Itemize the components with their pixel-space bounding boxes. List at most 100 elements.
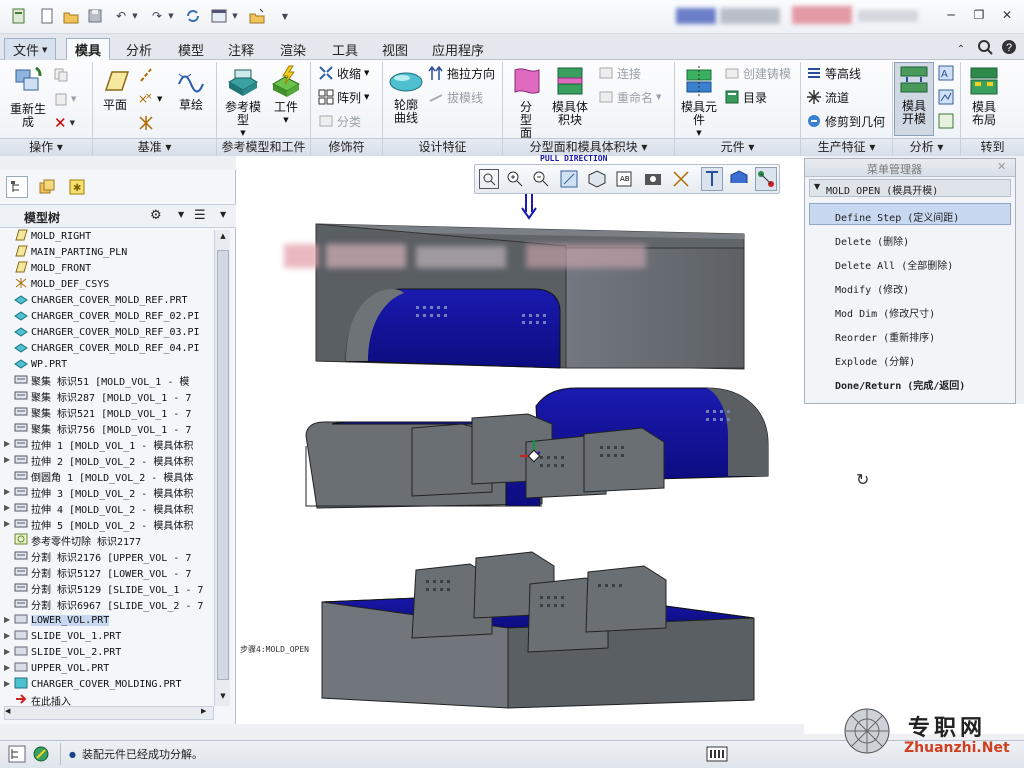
zoom-fit-icon[interactable]	[479, 169, 499, 189]
menu-item[interactable]: Mod Dim (修改尺寸)	[835, 305, 935, 320]
chevron-down-icon[interactable]: ▼	[226, 7, 244, 25]
favorites-icon[interactable]: ✱	[66, 176, 88, 198]
model-tree-row[interactable]: 分割 标识5129 [SLIDE_VOL_1 - 7	[14, 580, 214, 596]
chevron-down-icon[interactable]: ▼	[162, 7, 180, 25]
model-tree-row[interactable]: 倒圆角 1 [MOLD_VOL_2 - 模具体	[14, 468, 214, 484]
graphics-window-right[interactable]: ↻	[804, 404, 1024, 734]
group-analysis[interactable]: 分析 ▾	[893, 138, 960, 156]
model-tree-row[interactable]: 聚集 标识287 [MOLD_VOL_1 - 7	[14, 388, 214, 404]
model-tree-row[interactable]: 聚集 标识51 [MOLD_VOL_1 - 模	[14, 372, 214, 388]
model-tree-row[interactable]: 聚集 标识756 [MOLD_VOL_1 - 7	[14, 420, 214, 436]
expand-arrow-icon[interactable]: ▶	[4, 631, 10, 640]
help-icon[interactable]	[974, 38, 996, 56]
chevron-down-icon[interactable]: ▼	[220, 210, 226, 219]
menu-item[interactable]: Explode (分解)	[835, 353, 915, 368]
group-operation[interactable]: 操作 ▾	[0, 138, 92, 156]
create-casting-button[interactable]: 创建铸模	[724, 64, 791, 82]
model-tree-row[interactable]: 分割 标识5127 [LOWER_VOL - 7	[14, 564, 214, 580]
analysis-small-button[interactable]	[938, 88, 954, 106]
expand-arrow-icon[interactable]: ▶	[4, 519, 10, 528]
datum-display-icon[interactable]	[671, 169, 693, 192]
new-icon[interactable]	[38, 7, 56, 25]
tab-view[interactable]: 视图	[374, 38, 416, 60]
expand-arrow-icon[interactable]: ▶	[4, 615, 10, 624]
new-icon[interactable]	[10, 7, 28, 25]
model-tree-row[interactable]: CHARGER_COVER_MOLD_REF_04.PI	[14, 340, 214, 356]
tab-mold[interactable]: 模具	[66, 38, 111, 60]
menu-item[interactable]: Delete All (全部删除)	[835, 257, 953, 272]
analysis-small-button[interactable]	[938, 112, 954, 130]
model-tree-row[interactable]: SLIDE_VOL_2.PRT	[14, 644, 214, 660]
point-button[interactable]: × × ▼	[138, 90, 162, 108]
menu-item[interactable]: Modify (修改)	[835, 281, 909, 296]
graphics-window[interactable]: PULL DIRECTION 步骤4:MOLD_OPEN	[236, 154, 804, 724]
save-icon[interactable]	[86, 7, 104, 25]
regenerate-button[interactable]: 重新生成	[8, 64, 48, 129]
model-tree-row[interactable]: 拉伸 4 [MOLD_VOL_2 - 模具体积	[14, 500, 214, 516]
group-component[interactable]: 元件 ▾	[675, 138, 800, 156]
scroll-right-icon[interactable]: ▶	[201, 707, 206, 715]
mold-volume-button[interactable]: 模具体积块	[548, 64, 592, 127]
model-tree-row[interactable]: 分割 标识6967 [SLIDE_VOL_2 - 7	[14, 596, 214, 612]
menu-item[interactable]: Reorder (重新排序)	[835, 329, 935, 344]
minimize-icon[interactable]: ─	[940, 6, 962, 24]
model-view[interactable]	[236, 156, 804, 724]
model-tree-row[interactable]: MOLD_RIGHT	[14, 228, 214, 244]
model-tree-row[interactable]: CHARGER_COVER_MOLD_REF_03.PI	[14, 324, 214, 340]
workpiece-button[interactable]: 工件 ▼	[268, 64, 304, 127]
node-icon[interactable]	[755, 167, 777, 191]
tree-show-icon[interactable]: ☰	[194, 208, 206, 223]
tab-analysis[interactable]: 分析	[118, 38, 160, 60]
close-icon[interactable]: ✕	[996, 6, 1018, 24]
shrink-button[interactable]: 收缩 ▼	[318, 64, 369, 82]
model-tree-row[interactable]: CHARGER_COVER_MOLDING.PRT	[14, 676, 214, 692]
model-tree-toggle-icon[interactable]	[8, 745, 26, 766]
annotation-icon[interactable]	[729, 169, 749, 192]
layers-icon[interactable]	[36, 176, 58, 198]
tree-vscrollbar[interactable]: ▲ ▼	[214, 230, 230, 706]
expand-arrow-icon[interactable]: ▶	[4, 455, 10, 464]
tab-applications[interactable]: 应用程序	[424, 38, 492, 60]
model-tree-row[interactable]: UPPER_VOL.PRT	[14, 660, 214, 676]
model-tree-row[interactable]: LOWER_VOL.PRT	[14, 612, 214, 628]
tree-settings-icon[interactable]: ⚙	[150, 208, 162, 223]
group-production[interactable]: 生产特征 ▾	[801, 138, 892, 156]
scroll-down-icon[interactable]: ▼	[217, 692, 229, 702]
minimize-ribbon-icon[interactable]: ⌃	[950, 40, 972, 58]
mold-open-button[interactable]: 模具开模	[894, 62, 934, 136]
tree-hscrollbar[interactable]: ◀ ▶	[4, 706, 214, 720]
csys-button[interactable]	[138, 114, 154, 132]
model-tree-row[interactable]: CHARGER_COVER_MOLD_REF_02.PI	[14, 308, 214, 324]
scroll-up-icon[interactable]: ▲	[217, 232, 229, 242]
restore-icon[interactable]: ❐	[968, 6, 990, 24]
parting-surface-button[interactable]: 分型面	[506, 64, 546, 140]
tree-vscrollbar-thumb[interactable]	[217, 250, 229, 680]
menu-item[interactable]: Done/Return (完成/返回)	[835, 377, 965, 392]
close-icon[interactable]: ✕	[997, 160, 1006, 173]
tab-render[interactable]: 渲染	[272, 38, 314, 60]
menu-item[interactable]: Define Step (定义间距)	[835, 209, 959, 224]
zoom-out-icon[interactable]	[531, 169, 551, 192]
menu-item[interactable]: Delete (删除)	[835, 233, 909, 248]
plane-button[interactable]: 平面	[98, 66, 132, 112]
axis-button[interactable]	[138, 66, 154, 84]
spin-center-toggle-icon[interactable]	[701, 167, 723, 191]
delete-button[interactable]: ✕ ▼	[54, 114, 75, 132]
zoom-in-icon[interactable]	[505, 169, 525, 192]
model-tree-row[interactable]: SLIDE_VOL_1.PRT	[14, 628, 214, 644]
saved-views-icon[interactable]: AB	[615, 169, 637, 192]
regenerate-small-icon[interactable]	[184, 7, 202, 25]
model-tree-row[interactable]: MOLD_DEF_CSYS	[14, 276, 214, 292]
filter-icon[interactable]	[706, 745, 728, 766]
model-tree-row[interactable]: 参考零件切除 标识2177	[14, 532, 214, 548]
open-icon[interactable]	[62, 7, 80, 25]
model-tree-row[interactable]: 拉伸 2 [MOLD_VOL_2 - 模具体积	[14, 452, 214, 468]
classify-button[interactable]: 分类	[318, 112, 361, 130]
expand-arrow-icon[interactable]: ▶	[4, 663, 10, 672]
close-window-icon[interactable]	[248, 7, 266, 25]
browser-toggle-icon[interactable]	[32, 745, 50, 766]
catalog-button[interactable]: 目录	[724, 88, 767, 106]
draft-line-button[interactable]: 拔模线	[428, 88, 483, 106]
model-tree-row[interactable]: 拉伸 1 [MOLD_VOL_1 - 模具体积	[14, 436, 214, 452]
expand-arrow-icon[interactable]: ▶	[4, 439, 10, 448]
